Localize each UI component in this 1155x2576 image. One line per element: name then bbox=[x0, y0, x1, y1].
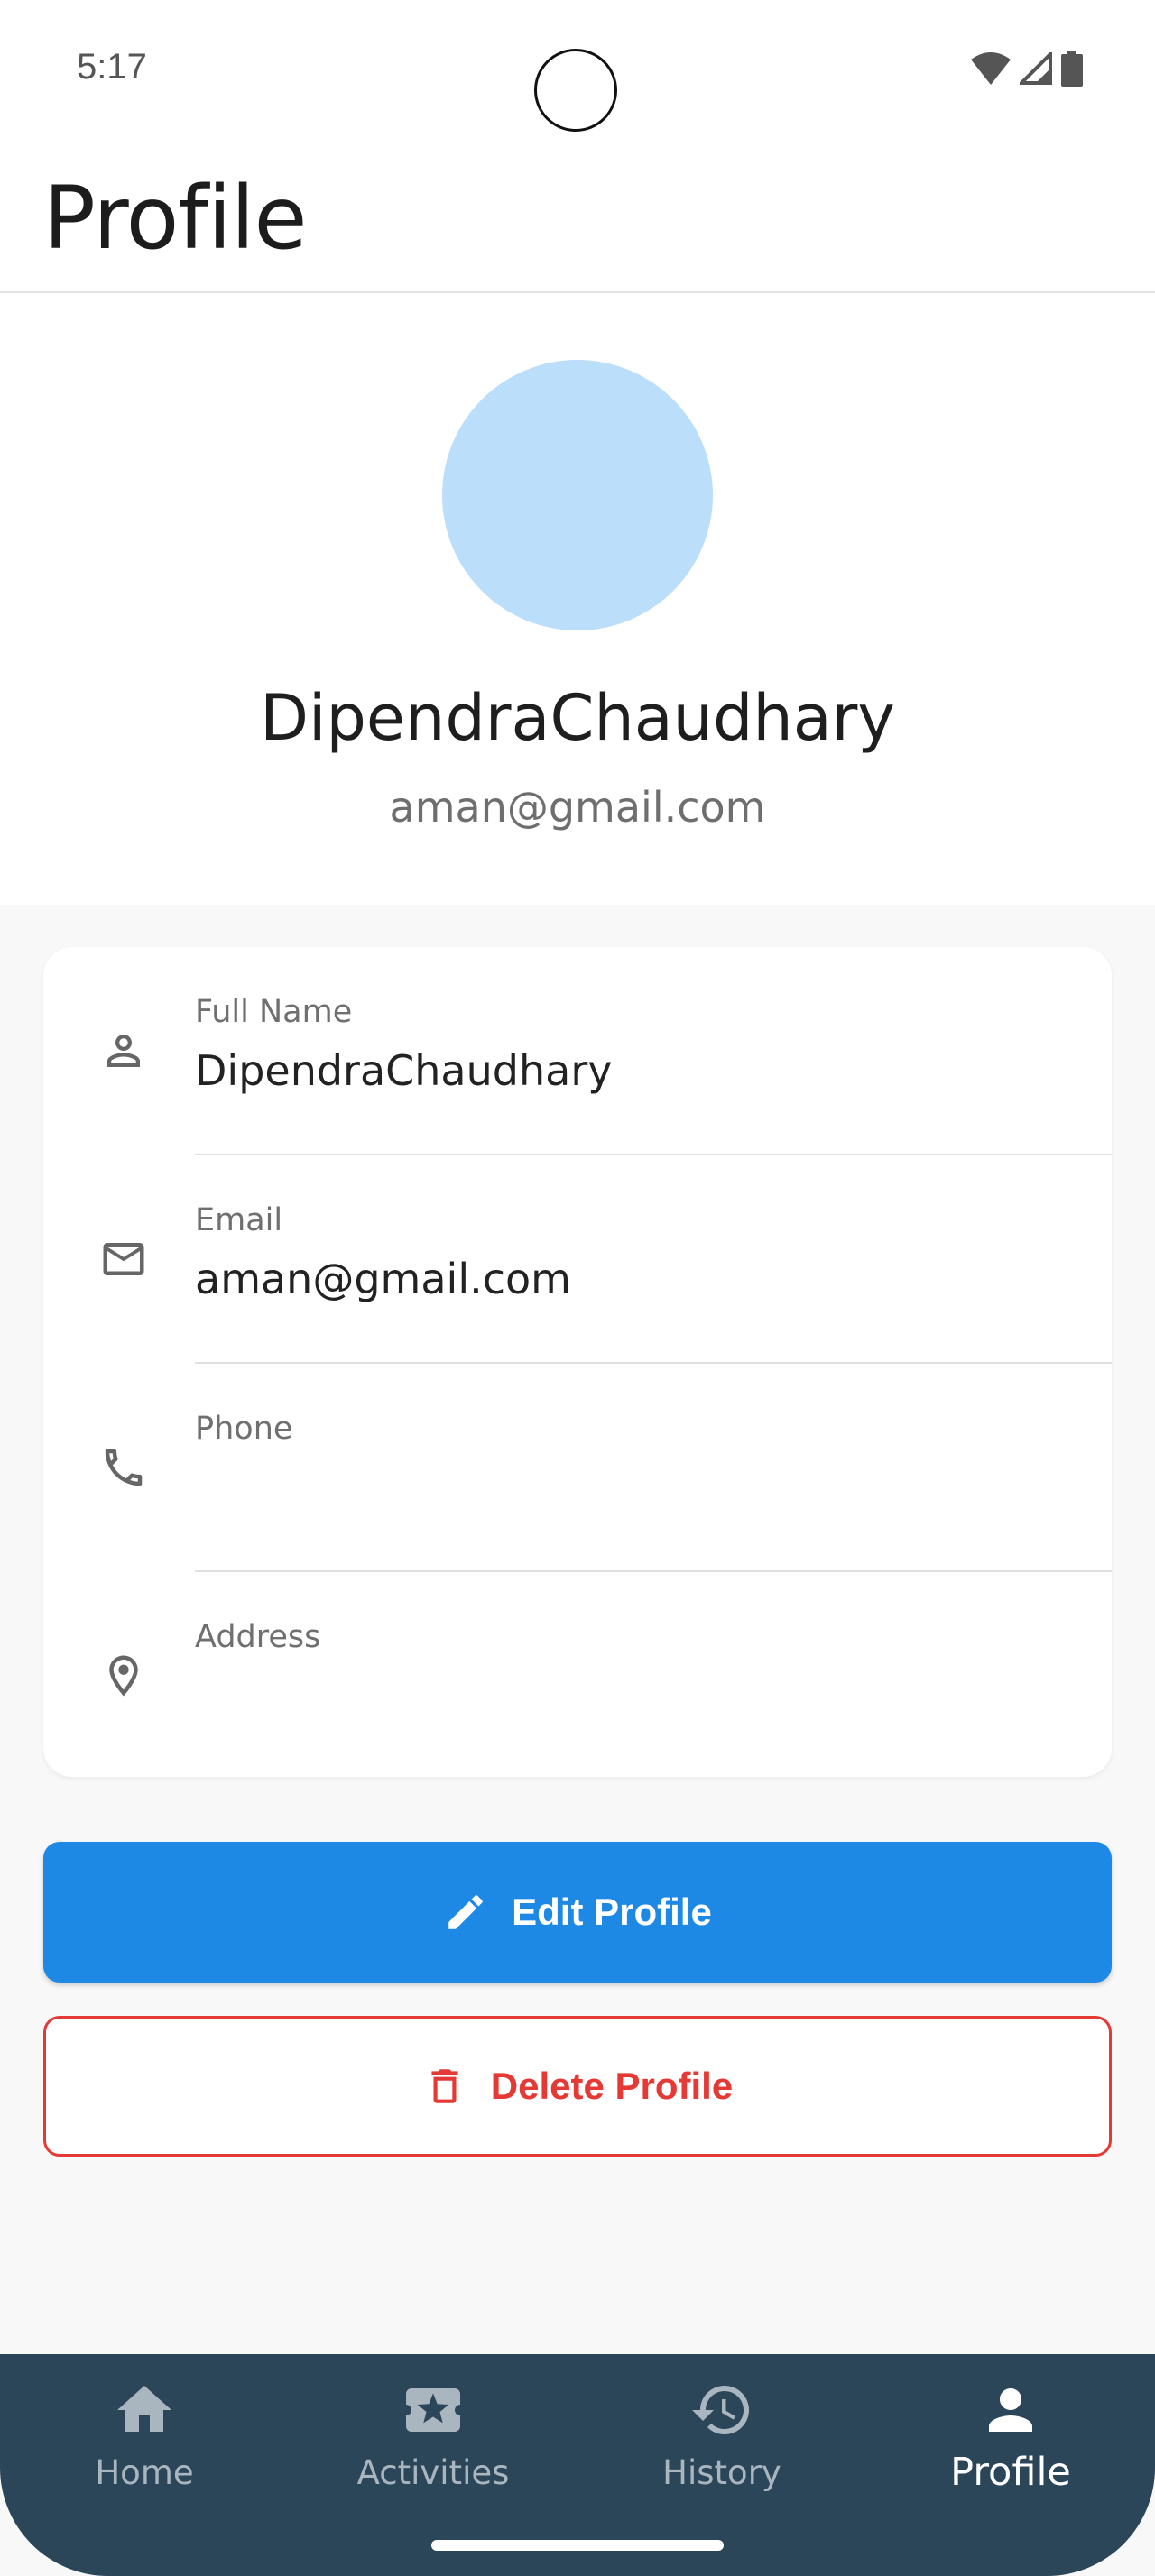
person-outline-icon bbox=[107, 1035, 140, 1067]
nav-item-home[interactable]: Home bbox=[0, 2354, 289, 2535]
mail-outline-icon bbox=[103, 1243, 144, 1275]
avatar bbox=[442, 360, 713, 630]
nav-item-history[interactable]: History bbox=[578, 2354, 866, 2535]
wifi-icon bbox=[971, 52, 1011, 85]
email-label: Email bbox=[195, 1202, 283, 1238]
delete-profile-button[interactable]: Delete Profile bbox=[43, 2016, 1112, 2157]
nav-label: Activities bbox=[356, 2453, 510, 2492]
edit-profile-label: Edit Profile bbox=[512, 1891, 712, 1933]
email-value: aman@gmail.com bbox=[195, 1255, 571, 1303]
edit-profile-button[interactable]: Edit Profile bbox=[43, 1842, 1112, 1983]
delete-profile-label: Delete Profile bbox=[490, 2065, 734, 2107]
nav-label: History bbox=[662, 2453, 781, 2492]
address-label: Address bbox=[195, 1619, 321, 1655]
ticket-star-icon bbox=[406, 2388, 460, 2432]
home-indicator bbox=[431, 2540, 724, 2551]
trash-icon bbox=[431, 2069, 458, 2103]
page-title: Profile bbox=[43, 168, 307, 269]
battery-icon bbox=[1061, 51, 1083, 87]
profile-name: DipendraChaudhary bbox=[260, 681, 895, 755]
status-icons bbox=[971, 51, 1083, 87]
status-bar: 5:17 bbox=[0, 0, 1155, 135]
person-icon bbox=[989, 2388, 1032, 2432]
location-pin-icon bbox=[109, 1655, 138, 1697]
camera-cutout bbox=[534, 49, 617, 132]
phone-field: Phone bbox=[43, 1364, 1112, 1572]
nav-item-activities[interactable]: Activities bbox=[289, 2354, 578, 2535]
profile-info-card: Full Name DipendraChaudhary Email aman@g… bbox=[43, 947, 1112, 1777]
pencil-icon bbox=[448, 1895, 483, 1929]
address-field: Address bbox=[43, 1572, 1112, 1780]
home-icon bbox=[117, 2386, 171, 2432]
cellular-signal-icon bbox=[1020, 52, 1052, 85]
full-name-value: DipendraChaudhary bbox=[195, 1046, 613, 1095]
full-name-label: Full Name bbox=[195, 994, 353, 1030]
nav-label: Home bbox=[95, 2453, 194, 2492]
nav-item-profile[interactable]: Profile bbox=[866, 2354, 1155, 2535]
phone-label: Phone bbox=[195, 1411, 293, 1447]
email-field: Email aman@gmail.com bbox=[43, 1155, 1112, 1364]
full-name-field: Full Name DipendraChaudhary bbox=[43, 947, 1112, 1155]
profile-header: DipendraChaudhary aman@gmail.com bbox=[0, 293, 1155, 905]
phone-icon bbox=[105, 1449, 143, 1486]
history-icon bbox=[692, 2386, 749, 2434]
app-bar: Profile bbox=[0, 135, 1155, 293]
status-time: 5:17 bbox=[77, 47, 147, 87]
profile-email: aman@gmail.com bbox=[389, 783, 766, 832]
nav-label: Profile bbox=[950, 2450, 1071, 2495]
